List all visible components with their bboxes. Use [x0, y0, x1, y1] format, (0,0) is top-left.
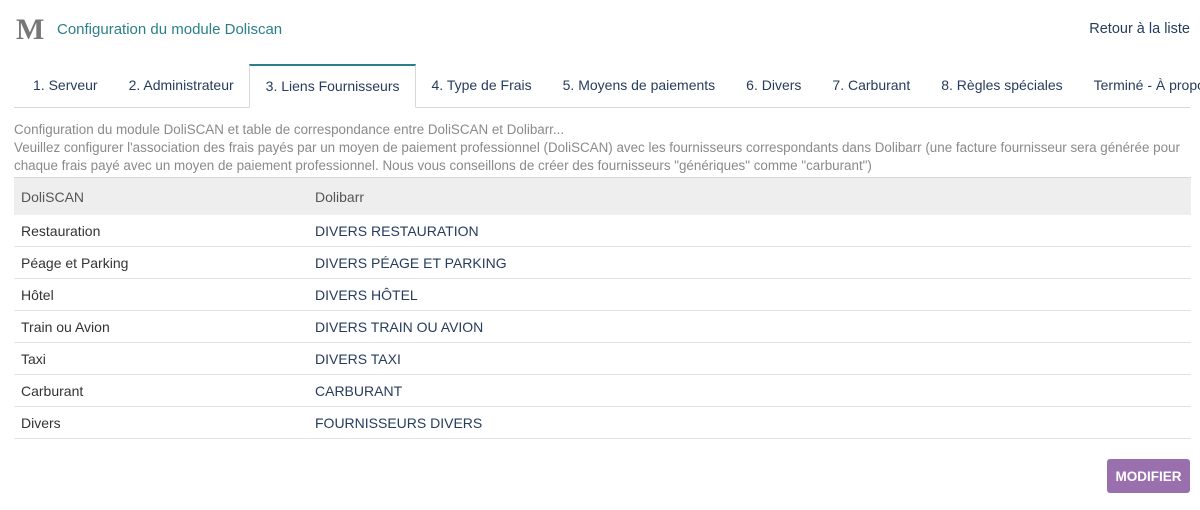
doliscan-category: Péage et Parking	[14, 246, 308, 279]
dolibarr-supplier: CARBURANT	[308, 374, 1191, 407]
back-to-list-link[interactable]: Retour à la liste	[1089, 21, 1190, 37]
tab-administrateur[interactable]: 2. Administrateur	[113, 64, 249, 107]
column-header-doliscan: DoliSCAN	[14, 177, 308, 215]
description-instructions: Veuillez configurer l'association des fr…	[14, 140, 1180, 173]
doliscan-category: Train ou Avion	[14, 310, 308, 343]
page-title: Configuration du module Doliscan	[57, 21, 283, 38]
tab-divers[interactable]: 6. Divers	[731, 64, 817, 107]
doliscan-category: Divers	[14, 406, 308, 439]
table-row: Train ou Avion DIVERS TRAIN OU AVION	[14, 310, 1191, 343]
table-row: Carburant CARBURANT	[14, 374, 1191, 407]
tab-serveur[interactable]: 1. Serveur	[14, 64, 113, 107]
dolibarr-supplier: FOURNISSEURS DIVERS	[308, 406, 1191, 439]
table-row: Péage et Parking DIVERS PÉAGE ET PARKING	[14, 246, 1191, 279]
tab-termine-a-propos[interactable]: Terminé - À propos	[1078, 64, 1200, 107]
table-row: Divers FOURNISSEURS DIVERS	[14, 406, 1191, 439]
dolibarr-supplier: DIVERS RESTAURATION	[308, 215, 1191, 247]
doliscan-category: Carburant	[14, 374, 308, 407]
table-row: Taxi DIVERS TAXI	[14, 342, 1191, 375]
supplier-mapping-table: DoliSCAN Dolibarr Restauration DIVERS RE…	[14, 177, 1191, 439]
tab-regles-speciales[interactable]: 8. Règles spéciales	[926, 64, 1078, 107]
tab-liens-fournisseurs[interactable]: 3. Liens Fournisseurs	[249, 64, 416, 108]
description: Configuration du module DoliSCAN et tabl…	[14, 121, 1192, 175]
module-logo-icon: M	[16, 13, 45, 46]
dolibarr-supplier: DIVERS TAXI	[308, 342, 1191, 375]
doliscan-category: Hôtel	[14, 278, 308, 311]
column-header-dolibarr: Dolibarr	[308, 177, 1191, 215]
dolibarr-supplier: DIVERS TRAIN OU AVION	[308, 310, 1191, 343]
page: M Configuration du module Doliscan Retou…	[0, 0, 1200, 510]
table-row: Hôtel DIVERS HÔTEL	[14, 278, 1191, 311]
dolibarr-supplier: DIVERS PÉAGE ET PARKING	[308, 246, 1191, 279]
tab-moyens-de-paiements[interactable]: 5. Moyens de paiements	[547, 64, 731, 107]
page-header: M Configuration du module Doliscan Retou…	[14, 14, 1190, 48]
tab-carburant[interactable]: 7. Carburant	[817, 64, 926, 107]
modify-button[interactable]: MODIFIER	[1107, 459, 1190, 493]
table-header-row: DoliSCAN Dolibarr	[14, 177, 1191, 215]
dolibarr-supplier: DIVERS HÔTEL	[308, 278, 1191, 311]
description-intro: Configuration du module DoliSCAN et tabl…	[14, 122, 565, 137]
doliscan-category: Restauration	[14, 215, 308, 247]
tab-bar: 1. Serveur 2. Administrateur 3. Liens Fo…	[14, 64, 1200, 108]
tab-type-de-frais[interactable]: 4. Type de Frais	[416, 64, 547, 107]
doliscan-category: Taxi	[14, 342, 308, 375]
table-row: Restauration DIVERS RESTAURATION	[14, 215, 1191, 247]
